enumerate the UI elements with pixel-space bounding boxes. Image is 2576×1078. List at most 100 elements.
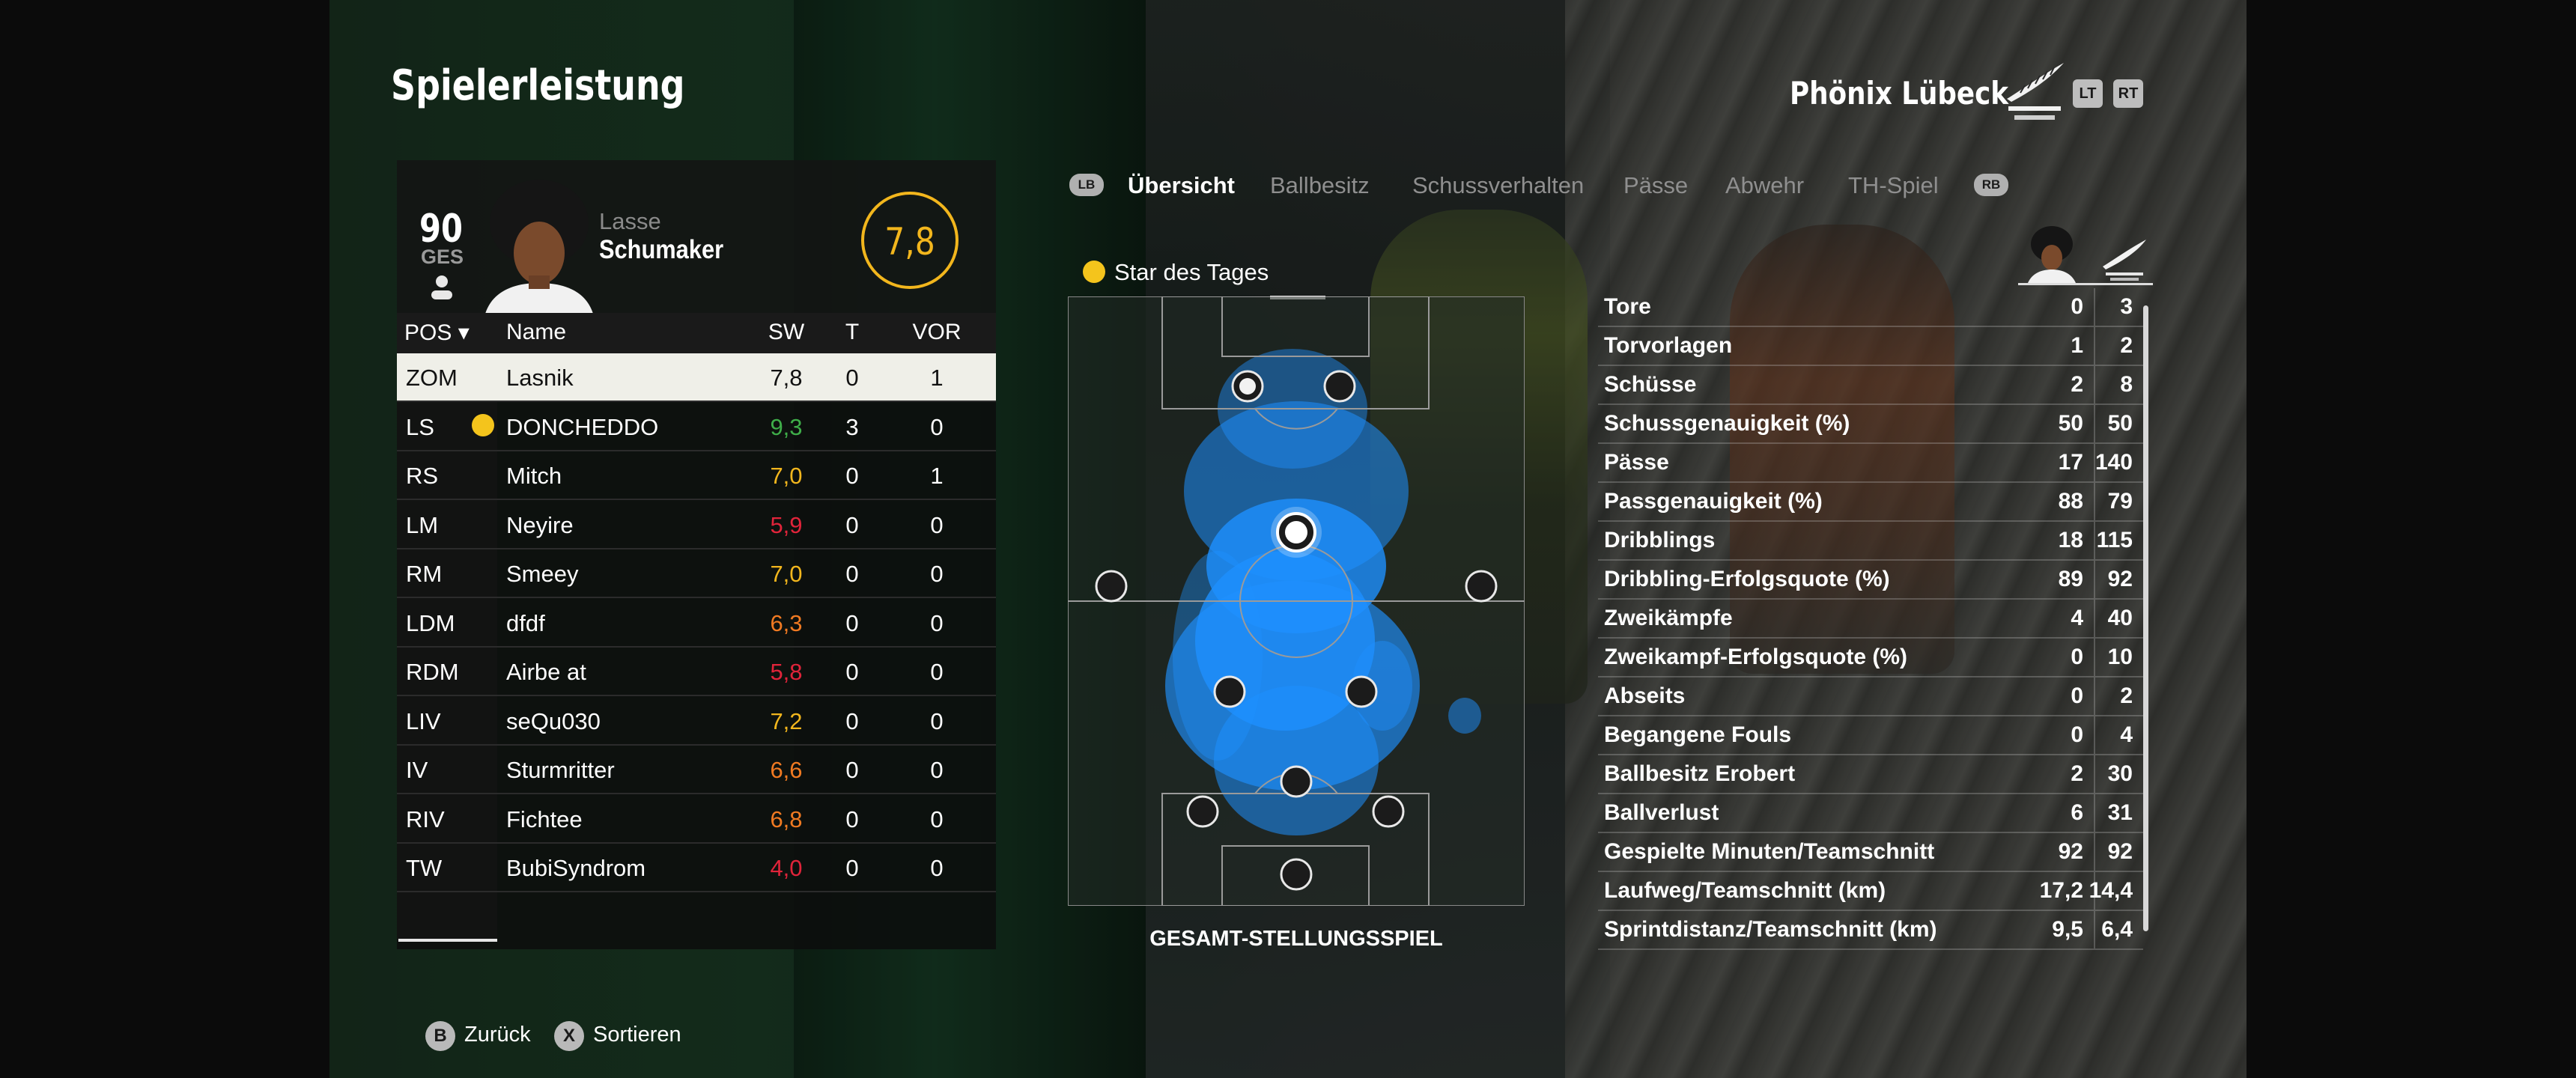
tab-item[interactable]: TH-Spiel [1848, 172, 1939, 199]
player-marker [1372, 795, 1405, 828]
stat-label: Gespielte Minuten/Teamschnitt [1604, 839, 1935, 864]
stat-team-value: 2 [2120, 333, 2133, 358]
tab-item[interactable]: Abwehr [1725, 172, 1804, 199]
header-sw[interactable]: SW [756, 320, 816, 345]
b-button-icon[interactable]: B [425, 1021, 455, 1051]
lb-button[interactable]: LB [1069, 174, 1104, 196]
match-rating: 7,8 [884, 220, 935, 264]
rb-button[interactable]: RB [1974, 174, 2008, 196]
header-name[interactable]: Name [506, 320, 566, 345]
row-position: TW [406, 855, 443, 881]
player-marker [1345, 675, 1378, 708]
tab-item[interactable]: Übersicht [1128, 172, 1235, 199]
tab-item[interactable]: Schussverhalten [1412, 172, 1584, 199]
header-vor[interactable]: VOR [903, 320, 970, 345]
stat-label: Laufweg/Teamschnitt (km) [1604, 878, 1886, 903]
stat-team-value: 3 [2120, 294, 2133, 319]
stat-player-value: 0 [2071, 722, 2083, 747]
stat-label: Torvorlagen [1604, 333, 1733, 358]
stat-player-value: 2 [2071, 761, 2083, 786]
row-goals: 0 [845, 561, 859, 587]
stat-team-value: 4 [2120, 722, 2133, 747]
row-goals: 0 [845, 855, 859, 881]
row-assists: 0 [930, 806, 944, 832]
row-name: seQu030 [506, 707, 601, 734]
row-name: Smeey [506, 561, 579, 587]
row-assists: 0 [930, 511, 944, 538]
table-row[interactable]: RM Smeey 7,0 0 0 [397, 549, 996, 598]
table-row[interactable]: IV Sturmritter 6,6 0 0 [397, 746, 996, 794]
stats-header-line [2018, 283, 2153, 285]
row-assists: 0 [930, 659, 944, 685]
x-button-icon[interactable]: X [554, 1021, 584, 1051]
row-rating: 7,0 [770, 561, 803, 587]
stat-player-value: 1 [2071, 333, 2083, 358]
row-rating: 6,8 [770, 806, 803, 832]
row-rating: 7,0 [770, 463, 803, 489]
player-portrait [485, 180, 593, 314]
screen: Spielerleistung Phönix Lübeck LT RT 90 G… [0, 0, 2576, 1078]
stats-scrollbar[interactable] [2143, 305, 2148, 931]
stat-label: Ballverlust [1604, 800, 1719, 825]
back-label[interactable]: Zurück [464, 1023, 531, 1047]
row-goals: 0 [845, 365, 859, 391]
row-position: RIV [406, 806, 445, 832]
row-assists: 0 [930, 855, 944, 881]
table-row[interactable]: ZOM Lasnik 7,8 0 1 [397, 353, 996, 402]
stat-team-value: 8 [2120, 372, 2133, 397]
heat-zone [1448, 698, 1481, 734]
table-row[interactable]: RDM Airbe at 5,8 0 0 [397, 648, 996, 696]
stat-row: Zweikampf-Erfolgsquote (%) 0 10 [1598, 639, 2143, 677]
stat-team-value: 79 [2107, 489, 2133, 514]
row-position: ZOM [406, 365, 458, 391]
row-assists: 0 [930, 561, 944, 587]
header-t[interactable]: T [830, 320, 875, 345]
stat-row: Schüsse 2 8 [1598, 366, 2143, 405]
player-avatar-small [2028, 226, 2076, 283]
table-row[interactable]: LDM dfdf 6,3 0 0 [397, 599, 996, 648]
row-assists: 0 [930, 609, 944, 636]
row-assists: 0 [930, 413, 944, 440]
stat-row: Dribblings 18 115 [1598, 522, 2143, 561]
stat-player-value: 88 [2058, 489, 2083, 514]
row-name: Mitch [506, 463, 562, 489]
row-name: DONCHEDDO [506, 413, 659, 440]
table-row[interactable]: LIV seQu030 7,2 0 0 [397, 697, 996, 746]
row-rating: 5,9 [770, 511, 803, 538]
row-name: Airbe at [506, 659, 586, 685]
tab-item[interactable]: Pässe [1623, 172, 1688, 199]
stat-row: Zweikämpfe 4 40 [1598, 600, 2143, 639]
stat-label: Schussgenauigkeit (%) [1604, 411, 1850, 436]
stat-team-value: 115 [2096, 528, 2133, 552]
row-goals: 3 [845, 413, 859, 440]
stat-player-value: 6 [2071, 800, 2083, 825]
row-goals: 0 [845, 463, 859, 489]
page-title: Spielerleistung [391, 61, 685, 110]
stat-label: Zweikämpfe [1604, 606, 1733, 630]
stat-row: Begangene Fouls 0 4 [1598, 716, 2143, 755]
row-name: BubiSyndrom [506, 855, 646, 881]
table-row[interactable]: RS Mitch 7,0 0 1 [397, 451, 996, 500]
stat-team-value: 10 [2107, 645, 2133, 669]
table-row[interactable]: LS DONCHEDDO 9,3 3 0 [397, 403, 996, 451]
stat-player-value: 9,5 [2052, 917, 2083, 942]
sort-label[interactable]: Sortieren [593, 1023, 681, 1047]
stat-row: Passgenauigkeit (%) 88 79 [1598, 483, 2143, 522]
stat-player-value: 0 [2071, 683, 2083, 708]
stat-player-value: 4 [2071, 606, 2083, 630]
lt-button[interactable]: LT [2073, 79, 2103, 108]
rt-button[interactable]: RT [2113, 79, 2143, 108]
row-name: Sturmritter [506, 757, 615, 783]
table-row[interactable]: LM Neyire 5,9 0 0 [397, 501, 996, 549]
table-row[interactable]: RIV Fichtee 6,8 0 0 [397, 795, 996, 844]
row-rating: 6,6 [770, 757, 803, 783]
header-pos[interactable]: POS ▾ [404, 320, 470, 346]
tab-item[interactable]: Ballbesitz [1270, 172, 1370, 199]
row-name: Lasnik [506, 365, 574, 391]
row-position: LDM [406, 609, 455, 636]
row-position: IV [406, 757, 428, 783]
row-goals: 0 [845, 511, 859, 538]
table-row[interactable]: TW BubiSyndrom 4,0 0 0 [397, 844, 996, 892]
row-position: RS [406, 463, 439, 489]
stat-team-value: 140 [2094, 450, 2133, 475]
